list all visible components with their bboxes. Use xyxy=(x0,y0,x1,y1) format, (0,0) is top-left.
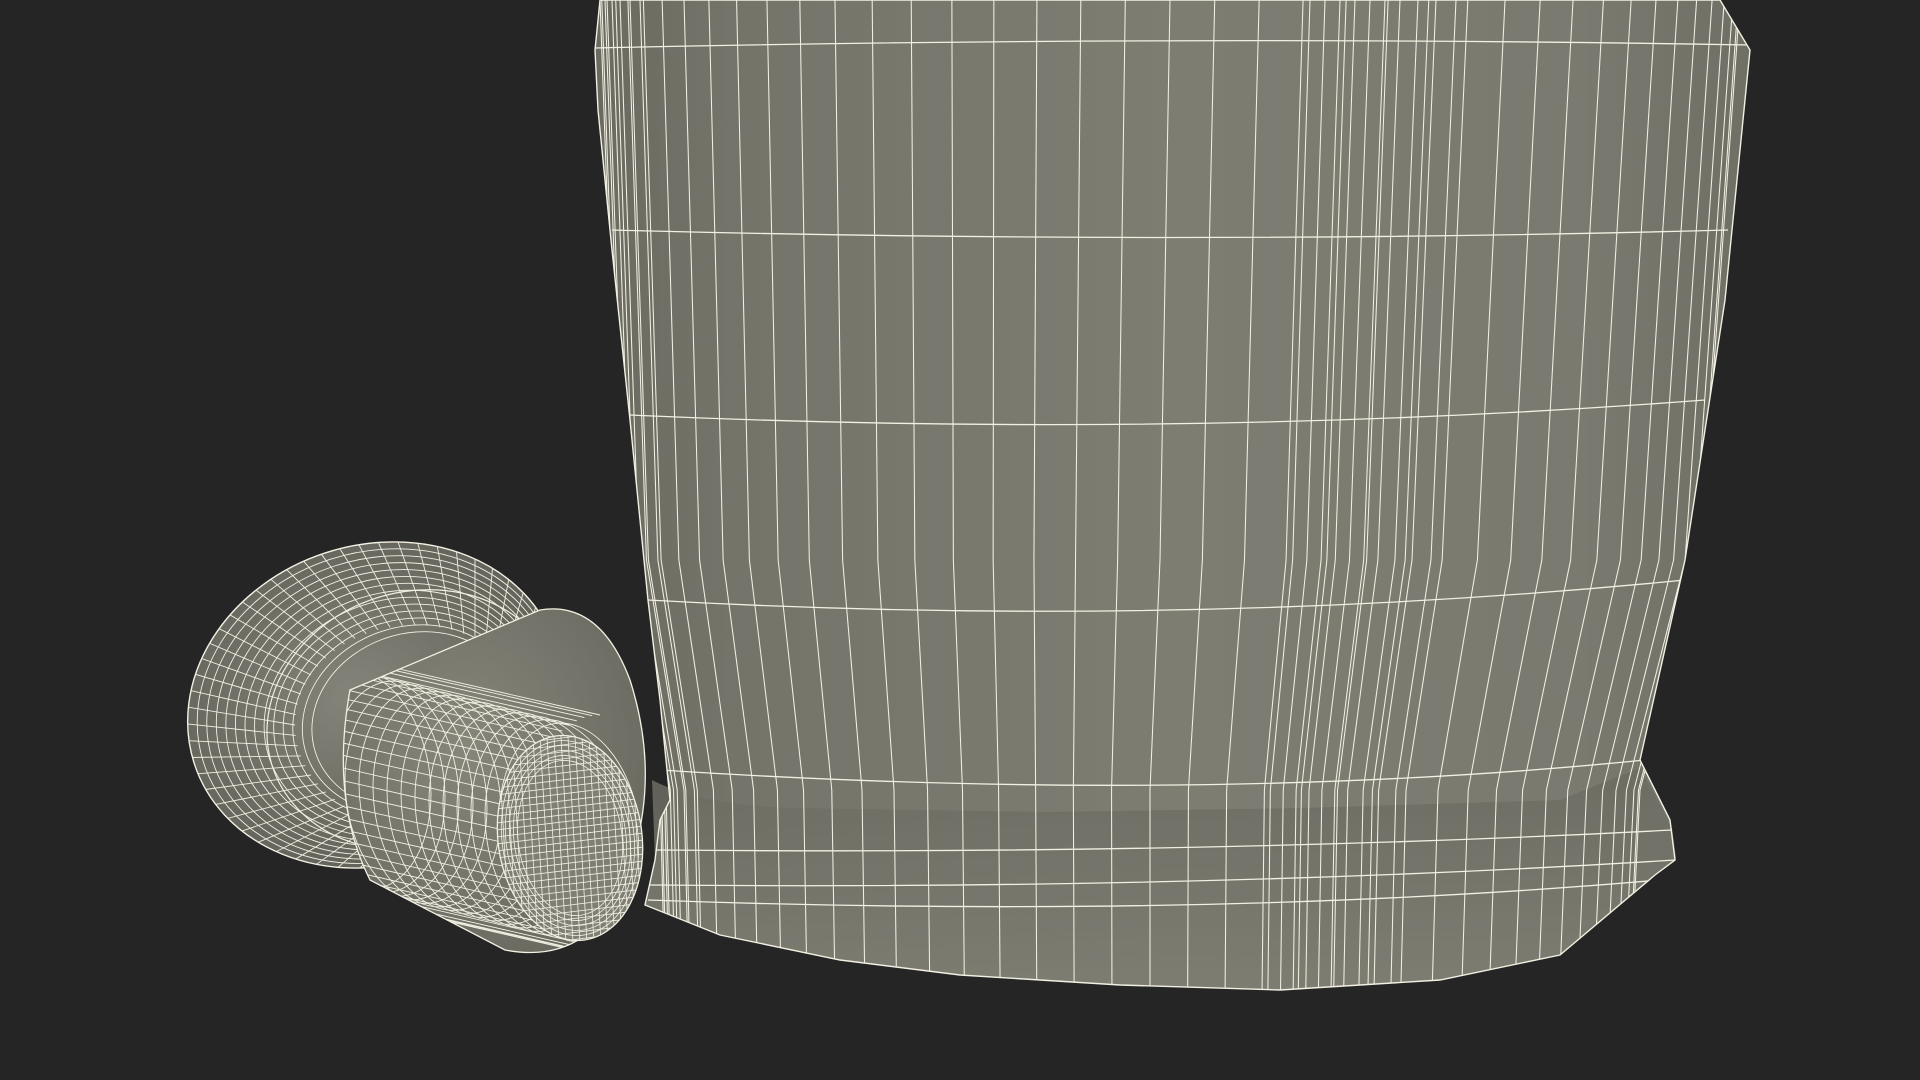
bottle-body xyxy=(594,0,1751,991)
wireframe-render xyxy=(174,0,1751,991)
stopper-cap xyxy=(174,534,656,954)
wire-line xyxy=(992,0,995,561)
render-viewport xyxy=(0,0,1920,1080)
